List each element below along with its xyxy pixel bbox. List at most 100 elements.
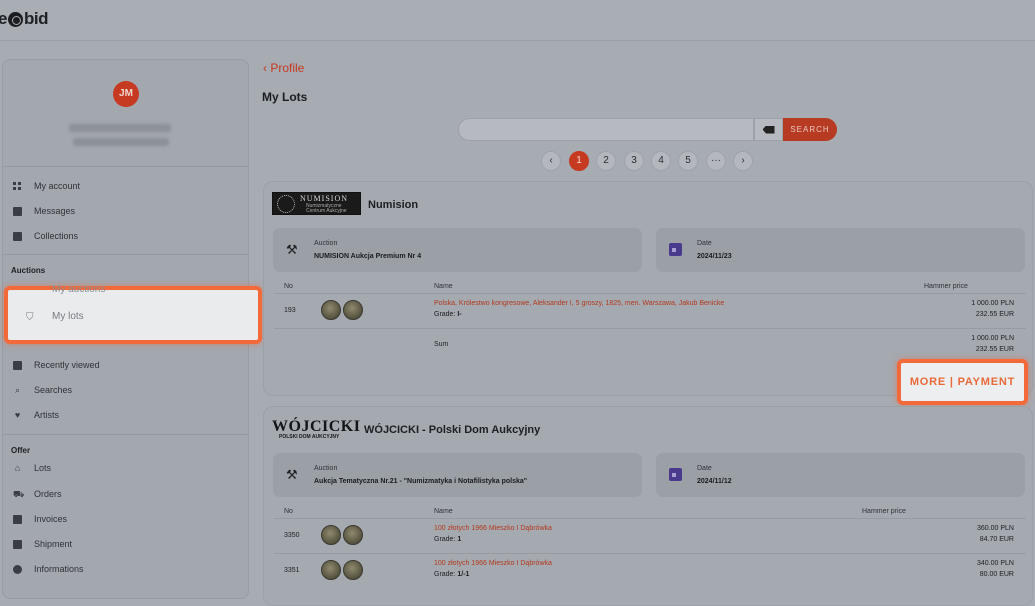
gavel-icon: ⚒: [286, 242, 298, 257]
sidebar-item-label: Invoices: [34, 514, 68, 524]
pagination-page-5[interactable]: 5: [678, 151, 698, 171]
coin-obverse-image[interactable]: [321, 525, 341, 545]
page-title: My Lots: [262, 90, 308, 104]
date-label: Date: [697, 240, 712, 247]
calendar-icon: [669, 468, 682, 481]
coin-reverse-image[interactable]: [343, 560, 363, 580]
pagination-prev[interactable]: ‹: [541, 151, 561, 171]
price-eur: 232.55 EUR: [975, 311, 1014, 318]
pagination-page-4[interactable]: 4: [651, 151, 671, 171]
sidebar-item-my-account[interactable]: My account: [13, 179, 80, 193]
auction-label: Auction: [314, 465, 338, 472]
info-icon: [13, 564, 22, 574]
chevron-right-icon: ›: [741, 155, 745, 166]
sidebar-item-label: Collections: [34, 231, 79, 241]
grade-label: Grade:: [434, 571, 456, 578]
lot-name-link[interactable]: 100 złotych 1966 Mieszko I Dąbrówka: [434, 525, 552, 532]
coin-reverse-image[interactable]: [343, 300, 363, 320]
logo-text: NUMISION: [300, 194, 348, 203]
auction-info-box: ⚒ Auction NUMISION Aukcja Premium Nr 4: [273, 228, 642, 272]
grade-value: 1: [457, 536, 462, 543]
divider: [274, 293, 1026, 294]
logo-right: bid: [23, 9, 49, 28]
sidebar-item-shipment[interactable]: Shipment: [13, 537, 72, 551]
lot-name-link[interactable]: Polska, Królestwo kongresowe, Aleksander…: [434, 300, 724, 307]
lot-name-link[interactable]: 100 złotych 1966 Mieszko I Dąbrówka: [434, 560, 552, 567]
clear-search-button[interactable]: [754, 118, 783, 141]
sum-eur: 232.55 EUR: [975, 346, 1014, 353]
wojcicki-logo-subtext: POLSKI DOM AUKCYJNY: [279, 434, 340, 440]
pagination-next[interactable]: ›: [733, 151, 753, 171]
date-value: 2024/11/23: [697, 253, 732, 260]
gavel-icon: ⚒: [286, 467, 298, 482]
bank-icon: ⌂: [14, 462, 21, 473]
back-to-profile-link[interactable]: ‹ Profile: [263, 61, 304, 75]
section-header-offer: Offer: [11, 446, 31, 455]
basket-icon: ⛉: [26, 312, 34, 323]
heart-icon: ♥: [14, 409, 21, 420]
sidebar-item-label: Orders: [34, 489, 62, 499]
backspace-icon: [762, 125, 775, 134]
pagination-page-3[interactable]: 3: [624, 151, 644, 171]
chevron-left-icon: ‹: [549, 155, 553, 166]
sidebar-item-label: My account: [34, 181, 81, 191]
sidebar-item-collections[interactable]: Collections: [13, 229, 78, 243]
more-payment-button[interactable]: MORE | PAYMENT: [897, 359, 1028, 405]
lot-number: 193: [284, 307, 296, 314]
truck-icon: [13, 539, 22, 549]
coin-obverse-image[interactable]: [321, 560, 341, 580]
search-icon: ⌕: [14, 384, 21, 395]
auction-value[interactable]: NUMISION Aukcja Premium Nr 4: [314, 253, 421, 260]
sidebar-item-label: Artists: [34, 410, 60, 420]
collection-icon: [13, 231, 22, 241]
grade-label: Grade:: [434, 311, 456, 318]
sidebar-item-messages[interactable]: Messages: [13, 204, 75, 218]
top-bar: e bid: [0, 0, 1035, 41]
sum-pln: 1 000.00 PLN: [971, 335, 1014, 342]
column-header-name: Name: [434, 508, 453, 515]
divider: [274, 328, 1026, 329]
sidebar-item-informations[interactable]: Informations: [13, 562, 84, 576]
pagination-page-2[interactable]: 2: [596, 151, 616, 171]
column-header-price: Hammer price: [924, 283, 968, 290]
invoice-icon: [13, 514, 22, 524]
sidebar-item-my-lots[interactable]: My lots: [52, 311, 84, 322]
sidebar-item-label: Shipment: [34, 539, 73, 549]
avatar[interactable]: JM: [113, 81, 139, 107]
sidebar-item-searches[interactable]: ⌕ Searches: [13, 383, 72, 397]
more-payment-label: MORE | PAYMENT: [909, 376, 1016, 388]
search-input[interactable]: [458, 118, 754, 141]
sidebar-item-label: Recently viewed: [34, 360, 100, 370]
divider: [274, 518, 1026, 519]
numision-logo: NUMISION Numizmatyczne Centrum Aukcyjne: [272, 192, 361, 215]
auction-value[interactable]: Aukcja Tematyczna Nr.21 - "Numizmatyka i…: [314, 478, 527, 485]
logo-circle-icon: [7, 11, 23, 27]
column-header-no: No: [284, 283, 293, 290]
sidebar-item-orders[interactable]: ⛟ Orders: [13, 487, 62, 501]
sidebar-item-label: Messages: [34, 206, 76, 216]
date-info-box: Date 2024/11/23: [656, 228, 1025, 272]
grade-label: Grade:: [434, 536, 456, 543]
coin-obverse-image[interactable]: [321, 300, 341, 320]
document-icon: [13, 360, 22, 370]
column-header-no: No: [284, 508, 293, 515]
sidebar-item-invoices[interactable]: Invoices: [13, 512, 67, 526]
ebid-logo[interactable]: e bid: [0, 9, 48, 29]
blurred-email: [73, 138, 169, 146]
sidebar-item-my-lots-highlight[interactable]: My auctions ⛉ My lots: [4, 284, 262, 344]
calendar-icon: [669, 243, 682, 256]
blurred-username: [69, 124, 171, 132]
sidebar-item-recently-viewed[interactable]: Recently viewed: [13, 358, 100, 372]
grid-icon: [13, 181, 22, 191]
search-button[interactable]: SEARCH: [783, 118, 837, 141]
sidebar-item-artists[interactable]: ♥ Artists: [13, 408, 59, 422]
auction-house-name: WÓJCICKI - Polski Dom Aukcyjny: [364, 424, 541, 436]
pagination-ellipsis[interactable]: ···: [706, 151, 726, 171]
sum-label: Sum: [434, 341, 449, 348]
sidebar-item-lots[interactable]: ⌂ Lots: [13, 461, 51, 475]
pagination-page-1[interactable]: 1: [569, 151, 589, 171]
auction-card-wojcicki: WÓJCICKI POLSKI DOM AUKCYJNY WÓJCICKI - …: [263, 406, 1033, 606]
coin-reverse-image[interactable]: [343, 525, 363, 545]
lot-number: 3351: [284, 567, 300, 574]
sidebar-item-my-auctions-partial[interactable]: My auctions: [52, 284, 105, 295]
